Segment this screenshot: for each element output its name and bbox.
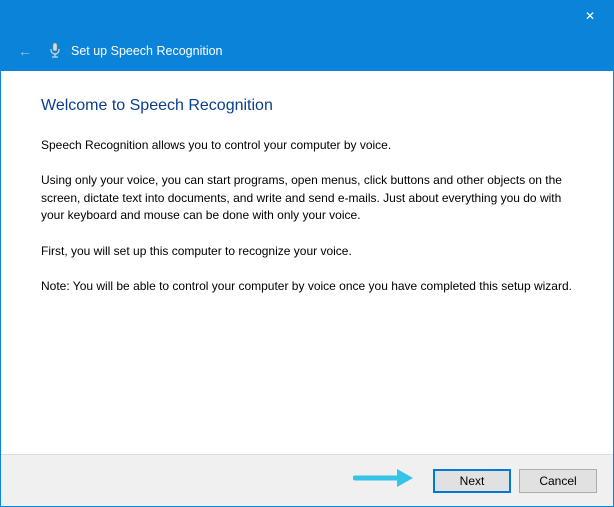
next-button[interactable]: Next	[433, 469, 511, 493]
microphone-icon	[47, 43, 63, 59]
close-button[interactable]: ✕	[567, 1, 613, 31]
wizard-footer: Next Cancel	[1, 454, 613, 506]
cancel-button[interactable]: Cancel	[519, 469, 597, 493]
wizard-header: ← Set up Speech Recognition	[1, 31, 613, 71]
back-arrow-icon: ←	[18, 43, 32, 59]
paragraph-note: Note: You will be able to control your c…	[41, 278, 573, 295]
wizard-title: Set up Speech Recognition	[71, 44, 223, 58]
page-heading: Welcome to Speech Recognition	[41, 97, 573, 115]
close-icon: ✕	[585, 9, 595, 23]
paragraph-intro: Speech Recognition allows you to control…	[41, 137, 573, 154]
paragraph-setup: First, you will set up this computer to …	[41, 243, 573, 260]
wizard-content: Welcome to Speech Recognition Speech Rec…	[1, 71, 613, 454]
wizard-window: ✕ ← Set up Speech Recognition Welcome to…	[0, 0, 614, 507]
back-button[interactable]: ←	[15, 41, 35, 61]
paragraph-description: Using only your voice, you can start pro…	[41, 172, 573, 224]
titlebar: ✕	[1, 1, 613, 31]
